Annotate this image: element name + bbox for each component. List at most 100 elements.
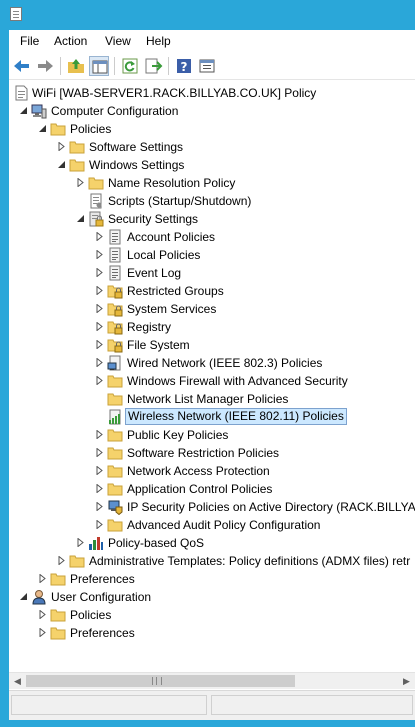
menu-action[interactable]: Action <box>54 34 87 48</box>
policy-list-icon <box>107 265 123 281</box>
tree-item-administrative-templates[interactable]: Administrative Templates: Policy definit… <box>9 552 415 570</box>
tree-item-public-key-policies[interactable]: Public Key Policies <box>9 426 415 444</box>
collapse-arrow-icon[interactable] <box>19 592 28 601</box>
scrollbar-thumb[interactable] <box>26 675 295 687</box>
back-arrow-icon[interactable] <box>12 56 32 76</box>
tree-item-security-settings[interactable]: Security Settings <box>9 210 415 228</box>
scroll-right-arrow-icon[interactable]: ▶ <box>398 673 415 690</box>
forward-arrow-icon[interactable] <box>35 56 55 76</box>
tree-item-file-system[interactable]: File System <box>9 336 415 354</box>
tree-item-wired-network[interactable]: Wired Network (IEEE 802.3) Policies <box>9 354 415 372</box>
tree-item-computer-configuration[interactable]: Computer Configuration <box>9 102 415 120</box>
menu-bar: File Action View Help <box>9 30 415 52</box>
folder-icon <box>69 157 85 173</box>
tree-item-label: Restricted Groups <box>127 284 224 298</box>
folder-icon <box>88 175 104 191</box>
expand-arrow-icon[interactable] <box>95 520 104 529</box>
expand-arrow-icon[interactable] <box>76 178 85 187</box>
expand-arrow-icon[interactable] <box>95 304 104 313</box>
tree-item-label: Software Settings <box>89 140 184 154</box>
tree-item-root[interactable]: WiFi [WAB-SERVER1.RACK.BILLYAB.CO.UK] Po… <box>9 84 415 102</box>
expand-arrow-icon[interactable] <box>57 142 66 151</box>
expand-arrow-icon[interactable] <box>38 628 47 637</box>
properties-icon[interactable] <box>197 56 217 76</box>
expand-arrow-icon[interactable] <box>76 538 85 547</box>
expand-arrow-icon[interactable] <box>95 358 104 367</box>
collapse-arrow-icon[interactable] <box>19 106 28 115</box>
tree-item-label: Wireless Network (IEEE 802.11) Policies <box>125 408 347 425</box>
status-pane <box>211 695 413 715</box>
tree-item-label: IP Security Policies on Active Directory… <box>127 500 415 514</box>
up-folder-icon[interactable] <box>66 56 86 76</box>
tree-item-advanced-audit[interactable]: Advanced Audit Policy Configuration <box>9 516 415 534</box>
menu-help[interactable]: Help <box>146 34 171 48</box>
tree-item-account-policies[interactable]: Account Policies <box>9 228 415 246</box>
expand-arrow-icon[interactable] <box>38 574 47 583</box>
tree-item-restricted-groups[interactable]: Restricted Groups <box>9 282 415 300</box>
tree-item-label: Policies <box>70 122 112 136</box>
expand-arrow-icon[interactable] <box>95 268 104 277</box>
expand-arrow-icon[interactable] <box>95 340 104 349</box>
tree-item-label: Administrative Templates: Policy definit… <box>89 554 411 568</box>
tree-item-registry[interactable]: Registry <box>9 318 415 336</box>
tree-item-windows-settings[interactable]: Windows Settings <box>9 156 415 174</box>
tree-item-local-policies[interactable]: Local Policies <box>9 246 415 264</box>
expand-arrow-icon[interactable] <box>38 610 47 619</box>
tree-item-event-log[interactable]: Event Log <box>9 264 415 282</box>
expand-arrow-icon[interactable] <box>95 484 104 493</box>
tree-item-cc-preferences[interactable]: Preferences <box>9 570 415 588</box>
horizontal-scrollbar[interactable]: ◀ ▶ <box>9 672 415 689</box>
expand-arrow-icon[interactable] <box>95 466 104 475</box>
tree-item-application-control[interactable]: Application Control Policies <box>9 480 415 498</box>
expand-arrow-icon[interactable] <box>95 250 104 259</box>
tree-item-software-settings[interactable]: Software Settings <box>9 138 415 156</box>
folder-icon <box>50 571 66 587</box>
expand-arrow-icon[interactable] <box>95 376 104 385</box>
menu-file[interactable]: File <box>20 34 39 48</box>
tree-item-label: Windows Settings <box>89 158 185 172</box>
console-tree-icon[interactable] <box>89 56 109 76</box>
tree-item-cc-policies[interactable]: Policies <box>9 120 415 138</box>
collapse-arrow-icon[interactable] <box>38 124 47 133</box>
expand-arrow-icon[interactable] <box>95 430 104 439</box>
collapse-arrow-icon[interactable] <box>57 160 66 169</box>
folder-icon <box>50 625 66 641</box>
expand-arrow-icon[interactable] <box>95 322 104 331</box>
document-icon[interactable] <box>10 7 22 21</box>
mmc-window: File Action View Help ? WiFi [WAB-SERVER… <box>9 30 415 720</box>
expand-arrow-icon[interactable] <box>95 286 104 295</box>
tree-item-network-access-protection[interactable]: Network Access Protection <box>9 462 415 480</box>
tree-item-policy-based-qos[interactable]: Policy-based QoS <box>9 534 415 552</box>
expand-arrow-icon[interactable] <box>57 556 66 565</box>
menu-view[interactable]: View <box>105 34 131 48</box>
help-icon[interactable]: ? <box>174 56 194 76</box>
tree-item-software-restriction[interactable]: Software Restriction Policies <box>9 444 415 462</box>
tree-item-uc-preferences[interactable]: Preferences <box>9 624 415 642</box>
expand-arrow-icon[interactable] <box>95 448 104 457</box>
user-icon <box>31 589 47 605</box>
tree-item-system-services[interactable]: System Services <box>9 300 415 318</box>
tree-item-user-configuration[interactable]: User Configuration <box>9 588 415 606</box>
folder-icon <box>107 373 123 389</box>
security-settings-icon <box>88 211 104 227</box>
tree-item-label: Network Access Protection <box>127 464 270 478</box>
tree-item-uc-policies[interactable]: Policies <box>9 606 415 624</box>
expand-arrow-icon[interactable] <box>95 232 104 241</box>
tree-item-label: User Configuration <box>51 590 152 604</box>
svg-text:?: ? <box>181 60 188 74</box>
tree-item-ip-security[interactable]: IP Security Policies on Active Directory… <box>9 498 415 516</box>
collapse-arrow-icon[interactable] <box>76 214 85 223</box>
tree-item-wireless-network[interactable]: Wireless Network (IEEE 802.11) Policies <box>9 408 415 426</box>
folder-icon <box>50 607 66 623</box>
expand-arrow-icon[interactable] <box>95 502 104 511</box>
tree-item-windows-firewall[interactable]: Windows Firewall with Advanced Security <box>9 372 415 390</box>
tree-item-name-resolution-policy[interactable]: Name Resolution Policy <box>9 174 415 192</box>
refresh-icon[interactable] <box>120 56 140 76</box>
locked-folder-icon <box>107 301 123 317</box>
tree-item-network-list-manager[interactable]: Network List Manager Policies <box>9 390 415 408</box>
tree-item-label: File System <box>127 338 190 352</box>
scroll-left-arrow-icon[interactable]: ◀ <box>9 673 26 690</box>
tree-item-scripts[interactable]: Scripts (Startup/Shutdown) <box>9 192 415 210</box>
export-list-icon[interactable] <box>143 56 163 76</box>
scripts-icon <box>88 193 104 209</box>
